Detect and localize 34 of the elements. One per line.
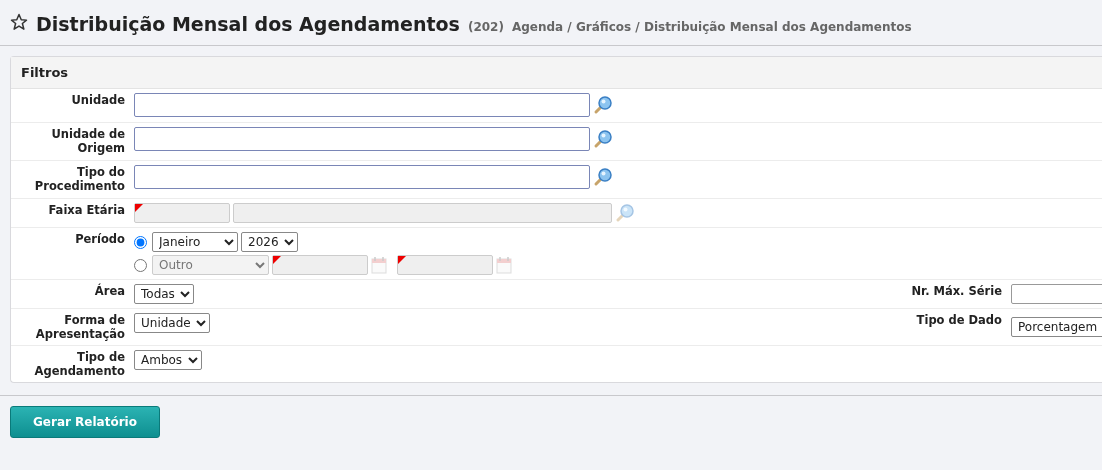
required-flag-icon <box>135 204 143 212</box>
search-icon[interactable] <box>593 167 613 187</box>
search-icon[interactable] <box>593 129 613 149</box>
search-icon[interactable] <box>593 95 613 115</box>
input-field[interactable] <box>134 127 590 151</box>
page-title: Distribuição Mensal dos Agendamentos <box>36 12 460 37</box>
dropdown[interactable]: Unidade <box>134 313 210 333</box>
field-label: Tipo do Procedimento <box>33 165 125 193</box>
field-label: Tipo de Agendamento <box>33 350 125 378</box>
dropdown[interactable]: Porcentagem <box>1011 317 1102 337</box>
breadcrumb: Agenda / Gráficos / Distribuição Mensal dos Agendamentos <box>511 19 912 36</box>
field-label: Unidade de Origem <box>50 127 125 155</box>
field-label: Nr. Máx. Série <box>911 284 1002 298</box>
input-field[interactable] <box>1011 284 1102 304</box>
input-field[interactable] <box>134 93 590 117</box>
record-count: (202) <box>467 19 504 36</box>
field-label: Tipo de Dado <box>916 313 1002 327</box>
dropdown[interactable]: Ambos <box>134 350 202 370</box>
field-label: Área <box>94 284 125 298</box>
required-flag-icon <box>273 256 281 264</box>
field-label: Unidade <box>71 93 125 107</box>
search-icon[interactable] <box>615 203 635 223</box>
field-label: Faixa Etária <box>48 203 125 217</box>
radio-button[interactable] <box>134 258 147 272</box>
radio-button[interactable] <box>134 235 147 249</box>
panel-title: Filtros <box>11 56 1102 89</box>
star-icon[interactable] <box>10 13 28 31</box>
year-dropdown[interactable]: 2026 <box>241 232 298 252</box>
required-flag-icon <box>398 256 406 264</box>
input-field[interactable] <box>134 165 590 189</box>
month-dropdown[interactable]: Janeiro <box>152 232 238 252</box>
field-label: Forma de Apresentação <box>34 313 125 341</box>
dropdown[interactable]: Todas <box>134 284 194 304</box>
field-label: Período <box>75 232 125 246</box>
